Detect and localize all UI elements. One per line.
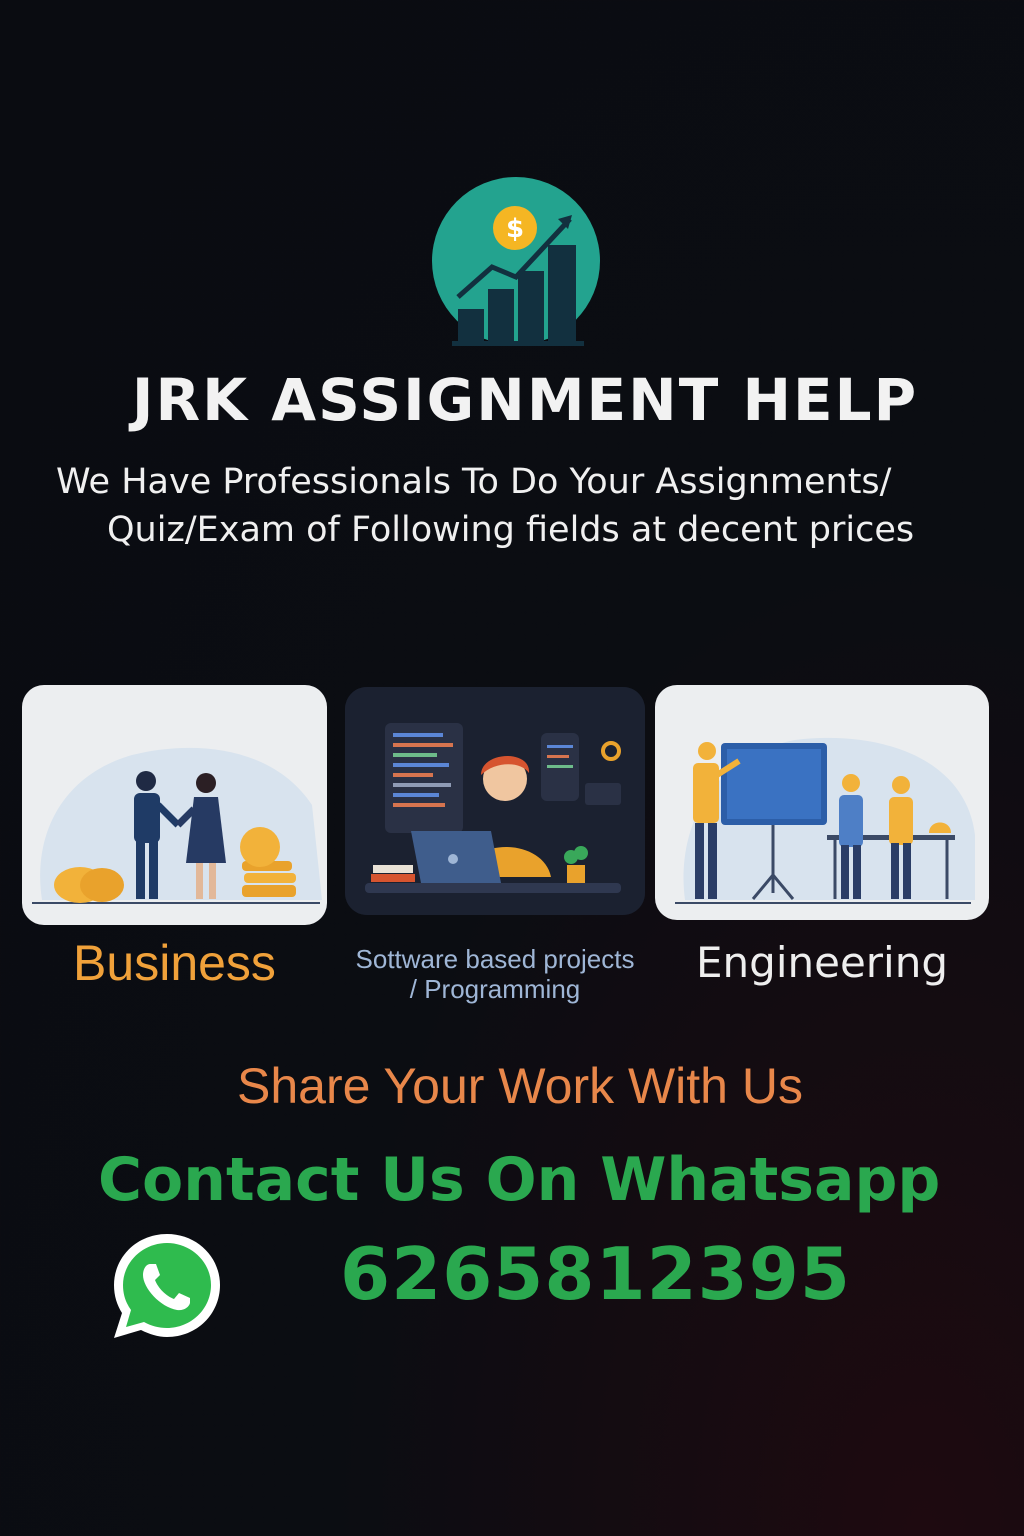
- handshake-coins-illustration: [32, 747, 322, 904]
- contact-whatsapp-text: Contact Us On Whatsapp: [98, 1145, 941, 1215]
- phone-number[interactable]: 6265812395: [340, 1232, 851, 1316]
- software-label: Sottware based projects / Programming: [325, 944, 665, 1004]
- whatsapp-icon[interactable]: [110, 1230, 224, 1342]
- software-illustration-card: [345, 687, 645, 915]
- software-label-line-1: Sottware based projects: [355, 944, 635, 974]
- tagline-line-1: We Have Professionals To Do Your Assignm…: [56, 462, 892, 502]
- engineering-label: Engineering: [696, 938, 948, 987]
- tagline-line-2: Quiz/Exam of Following fields at decent …: [107, 510, 915, 550]
- programmer-laptop-illustration: [345, 687, 645, 915]
- brand-title: JRK ASSIGNMENT HELP: [131, 366, 919, 434]
- software-label-line-2: / Programming: [409, 974, 581, 1004]
- growth-chart-dollar-icon: $: [430, 175, 602, 347]
- business-illustration-card: [22, 685, 327, 925]
- share-work-text: Share Your Work With Us: [237, 1058, 803, 1114]
- engineers-blueprint-illustration: [675, 737, 975, 904]
- engineering-illustration-card: [655, 685, 989, 920]
- business-label: Business: [73, 935, 276, 991]
- svg-text:$: $: [506, 214, 524, 244]
